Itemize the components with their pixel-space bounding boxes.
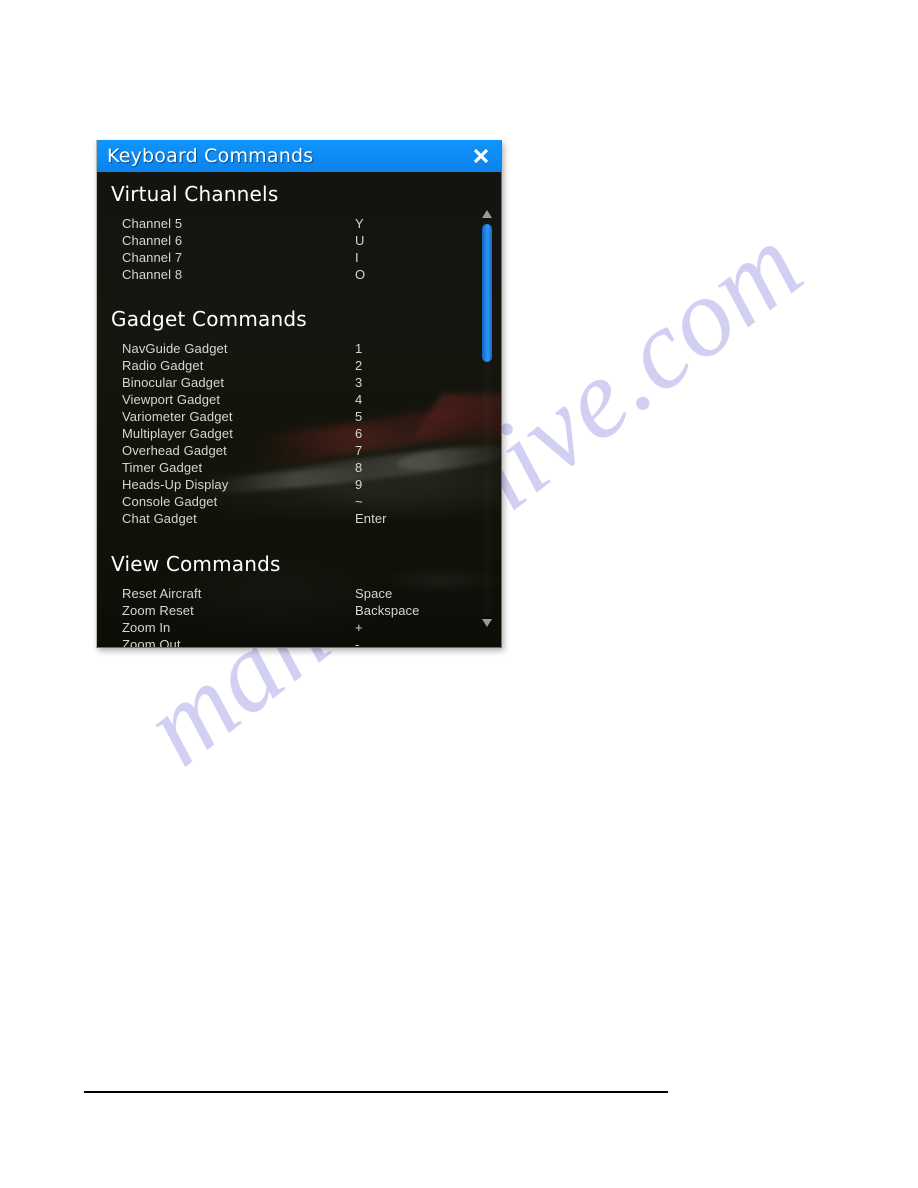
command-label: Zoom Out bbox=[122, 637, 181, 648]
command-key: 1 bbox=[355, 341, 363, 356]
section-heading: Gadget Commands bbox=[111, 307, 307, 331]
command-label: Binocular Gadget bbox=[122, 375, 225, 390]
command-label: Reset Aircraft bbox=[122, 586, 202, 601]
command-row: Channel 6 U bbox=[97, 233, 477, 250]
window-titlebar[interactable]: Keyboard Commands bbox=[97, 140, 501, 172]
command-row: Timer Gadget 8 bbox=[97, 460, 477, 477]
command-label: Zoom In bbox=[122, 620, 171, 635]
command-row: Binocular Gadget 3 bbox=[97, 375, 477, 392]
command-label: Radio Gadget bbox=[122, 358, 204, 373]
command-row: Zoom Reset Backspace bbox=[97, 603, 477, 620]
close-button[interactable] bbox=[467, 142, 495, 170]
command-row: Channel 5 Y bbox=[97, 216, 477, 233]
triangle-down-icon bbox=[482, 619, 492, 627]
command-label: Multiplayer Gadget bbox=[122, 426, 233, 441]
command-key: ~ bbox=[355, 494, 363, 509]
command-label: NavGuide Gadget bbox=[122, 341, 228, 356]
command-key: 4 bbox=[355, 392, 363, 407]
scroll-down-button[interactable] bbox=[481, 618, 493, 628]
command-key: 5 bbox=[355, 409, 363, 424]
command-key: I bbox=[355, 250, 359, 265]
triangle-up-icon bbox=[482, 210, 492, 218]
command-label: Channel 8 bbox=[122, 267, 183, 282]
window-title: Keyboard Commands bbox=[107, 144, 314, 167]
command-label: Chat Gadget bbox=[122, 511, 197, 526]
command-row: Zoom In + bbox=[97, 620, 477, 637]
command-row: Variometer Gadget 5 bbox=[97, 409, 477, 426]
command-label: Viewport Gadget bbox=[122, 392, 221, 407]
command-key: Space bbox=[355, 586, 393, 601]
command-list: Channel 5 Y Channel 6 U Channel 7 I Chan… bbox=[97, 216, 477, 284]
command-row: Heads-Up Display 9 bbox=[97, 477, 477, 494]
section-view-commands: View Commands Reset Aircraft Space Zoom … bbox=[97, 528, 477, 648]
command-row: Chat Gadget Enter bbox=[97, 511, 477, 528]
command-list: Reset Aircraft Space Zoom Reset Backspac… bbox=[97, 586, 477, 648]
command-label: Overhead Gadget bbox=[122, 443, 227, 458]
command-key: - bbox=[355, 637, 360, 648]
command-row: Radio Gadget 2 bbox=[97, 358, 477, 375]
command-row: Overhead Gadget 7 bbox=[97, 443, 477, 460]
command-label: Console Gadget bbox=[122, 494, 218, 509]
command-row: Viewport Gadget 4 bbox=[97, 392, 477, 409]
section-gadget-commands: Gadget Commands NavGuide Gadget 1 Radio … bbox=[97, 284, 477, 528]
command-key: 7 bbox=[355, 443, 363, 458]
command-label: Channel 5 bbox=[122, 216, 183, 231]
command-key: + bbox=[355, 620, 363, 635]
command-label: Channel 7 bbox=[122, 250, 183, 265]
window-content-area: Virtual Channels Channel 5 Y Channel 6 U… bbox=[97, 172, 501, 648]
command-row: NavGuide Gadget 1 bbox=[97, 341, 477, 358]
command-label: Channel 6 bbox=[122, 233, 183, 248]
command-list: NavGuide Gadget 1 Radio Gadget 2 Binocul… bbox=[97, 341, 477, 528]
close-icon bbox=[473, 148, 489, 164]
section-heading: View Commands bbox=[111, 552, 281, 576]
command-row: Console Gadget ~ bbox=[97, 494, 477, 511]
command-row: Zoom Out - bbox=[97, 637, 477, 648]
command-label: Zoom Reset bbox=[122, 603, 194, 618]
command-row: Channel 8 O bbox=[97, 267, 477, 284]
page-footer-rule bbox=[84, 1091, 668, 1093]
scrollbar-thumb[interactable] bbox=[482, 224, 492, 362]
command-key: 2 bbox=[355, 358, 363, 373]
command-key: Backspace bbox=[355, 603, 420, 618]
command-key: Enter bbox=[355, 511, 387, 526]
vertical-scrollbar[interactable] bbox=[478, 172, 496, 647]
command-label: Timer Gadget bbox=[122, 460, 203, 475]
section-heading: Virtual Channels bbox=[111, 182, 279, 206]
command-row: Multiplayer Gadget 6 bbox=[97, 426, 477, 443]
command-label: Variometer Gadget bbox=[122, 409, 233, 424]
command-key: 9 bbox=[355, 477, 363, 492]
section-virtual-channels: Virtual Channels Channel 5 Y Channel 6 U… bbox=[97, 172, 477, 284]
command-key: 3 bbox=[355, 375, 363, 390]
command-key: O bbox=[355, 267, 366, 282]
command-key: Y bbox=[355, 216, 364, 231]
command-row: Channel 7 I bbox=[97, 250, 477, 267]
command-label: Heads-Up Display bbox=[122, 477, 229, 492]
commands-list-container: Virtual Channels Channel 5 Y Channel 6 U… bbox=[97, 172, 477, 648]
command-key: 6 bbox=[355, 426, 363, 441]
command-key: 8 bbox=[355, 460, 363, 475]
command-row: Reset Aircraft Space bbox=[97, 586, 477, 603]
scroll-up-button[interactable] bbox=[481, 209, 493, 219]
command-key: U bbox=[355, 233, 365, 248]
keyboard-commands-window: Keyboard Commands Virtual Channels Chann… bbox=[96, 140, 502, 648]
